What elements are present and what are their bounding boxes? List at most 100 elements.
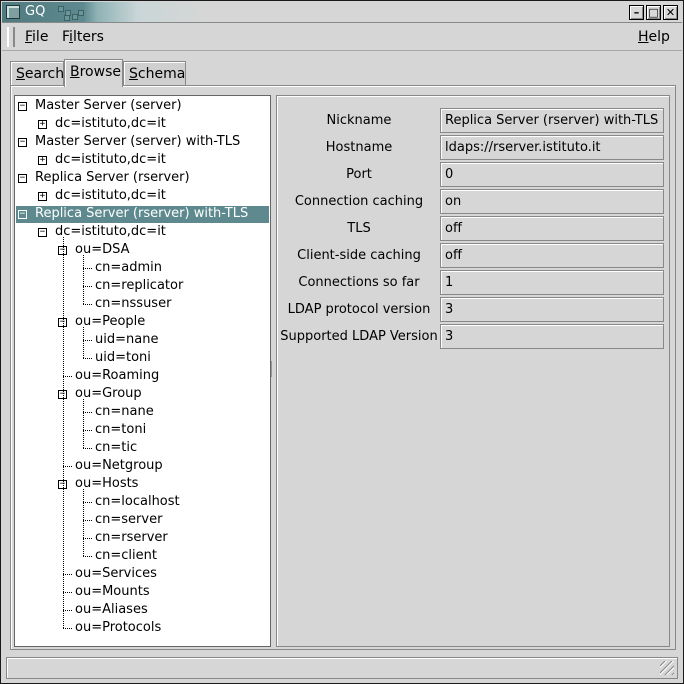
tree-node[interactable]: ou=Netgroup — [74, 457, 164, 475]
tree-connector — [63, 592, 72, 593]
property-value-field[interactable]: off — [440, 216, 664, 241]
tree-connector — [83, 556, 92, 557]
menu-help[interactable]: Help — [638, 29, 670, 45]
property-label: Port — [346, 167, 372, 182]
tree-connector — [83, 304, 92, 305]
property-value-field[interactable]: ldaps://rserver.istituto.it — [440, 135, 664, 160]
tree-guide-line — [83, 489, 84, 556]
server-tree[interactable]: Master Server (server) − dc=istituto,dc=it… — [14, 95, 271, 647]
tree-node[interactable]: Replica Server (rserver) — [34, 169, 191, 187]
menu-filters[interactable]: Filters — [62, 29, 104, 45]
tab-search[interactable]: Search — [10, 61, 64, 86]
tree-connector — [83, 448, 92, 449]
tree-node[interactable]: ou=Roaming — [74, 367, 160, 385]
tree-node-label: cn=admin — [95, 260, 163, 275]
tree-guide-line — [83, 399, 84, 448]
tree-node[interactable]: dc=istituto,dc=it — [54, 151, 167, 169]
expand-icon[interactable]: + — [38, 120, 47, 129]
tree-node[interactable]: cn=nane — [94, 403, 155, 421]
property-value-field[interactable]: 1 — [440, 270, 664, 295]
property-value-field[interactable]: Replica Server (rserver) with-TLS — [440, 108, 664, 133]
tree-connector — [83, 340, 92, 341]
close-button[interactable]: ✕ — [663, 5, 678, 20]
property-label: TLS — [347, 221, 371, 236]
tree-guide-line — [63, 237, 64, 628]
tree-node-label: ou=People — [75, 314, 146, 329]
collapse-icon[interactable]: − — [18, 138, 27, 147]
tree-node[interactable]: cn=rserver — [94, 529, 169, 547]
tree-node[interactable]: cn=client — [94, 547, 158, 565]
tree-node[interactable]: ou=People — [74, 313, 146, 331]
tree-connector — [83, 538, 92, 539]
expand-icon[interactable]: + — [38, 156, 47, 165]
menubar-grip-handle[interactable] — [7, 27, 15, 47]
tree-node[interactable]: ou=Mounts — [74, 583, 151, 601]
tree-node[interactable]: cn=server — [94, 511, 163, 529]
property-label: Connections so far — [298, 275, 420, 290]
tree-connector — [83, 286, 92, 287]
resize-grip-icon[interactable] — [660, 661, 674, 675]
collapse-icon[interactable]: − — [18, 174, 27, 183]
tree-node-label: dc=istituto,dc=it — [55, 152, 166, 167]
tree-node[interactable]: cn=toni — [94, 421, 147, 439]
tree-node[interactable]: dc=istituto,dc=it — [54, 115, 167, 133]
property-value-field[interactable]: off — [440, 243, 664, 268]
property-value-field[interactable]: 0 — [440, 162, 664, 187]
tree-node[interactable]: uid=toni — [94, 349, 152, 367]
tree-node[interactable]: Master Server (server) with-TLS — [34, 133, 241, 151]
tree-node-label: ou=Aliases — [75, 602, 148, 617]
tree-node[interactable]: dc=istituto,dc=it — [54, 223, 167, 241]
tree-node-label: Replica Server (rserver) with-TLS — [35, 206, 249, 221]
property-label: Hostname — [325, 140, 393, 155]
app-window: GQ – □ ✕ File Filters Help Search Browse… — [0, 0, 684, 684]
title-decoration — [58, 6, 98, 22]
title-bar[interactable]: GQ – □ ✕ — [2, 2, 682, 23]
tree-node[interactable]: ou=Protocols — [74, 619, 162, 637]
tree-connector — [83, 358, 92, 359]
tree-node[interactable]: ou=Aliases — [74, 601, 149, 619]
tree-connector — [63, 628, 72, 629]
tree-node-label: Replica Server (rserver) — [35, 170, 190, 185]
server-properties-panel: Nickname Replica Server (rserver) with-TL… — [276, 95, 670, 647]
tree-connector — [63, 466, 72, 467]
app-icon[interactable] — [6, 5, 20, 19]
tree-node-label: dc=istituto,dc=it — [55, 188, 166, 203]
tree-node[interactable]: Replica Server (rserver) with-TLS — [34, 205, 249, 223]
tree-node-label: ou=Roaming — [75, 368, 160, 383]
menu-file[interactable]: File — [25, 29, 48, 45]
tree-node[interactable]: cn=admin — [94, 259, 163, 277]
tree-node[interactable]: cn=localhost — [94, 493, 181, 511]
tree-node[interactable]: cn=tic — [94, 439, 138, 457]
property-value-field[interactable]: 3 — [440, 297, 664, 322]
property-value-field[interactable]: on — [440, 189, 664, 214]
property-value-field[interactable]: 3 — [440, 324, 664, 349]
close-icon: ✕ — [665, 6, 676, 19]
tree-guide-line — [83, 255, 84, 304]
tree-node-label: cn=localhost — [95, 494, 180, 509]
tree-connector — [83, 268, 92, 269]
menu-bar: File Filters Help — [2, 24, 682, 51]
collapse-icon[interactable]: − — [18, 210, 27, 219]
tree-connector — [63, 610, 72, 611]
tree-node[interactable]: dc=istituto,dc=it — [54, 187, 167, 205]
collapse-icon[interactable]: − — [18, 102, 27, 111]
tree-node-label: dc=istituto,dc=it — [55, 224, 166, 239]
property-label: Supported LDAP Version — [280, 329, 438, 344]
tree-node[interactable]: Master Server (server) — [34, 97, 183, 115]
minimize-button[interactable]: – — [629, 5, 644, 20]
tab-browse[interactable]: Browse — [64, 59, 123, 87]
pane-splitter[interactable] — [271, 361, 275, 377]
tree-node[interactable]: ou=Services — [74, 565, 158, 583]
tree-node-label: cn=tic — [95, 440, 138, 455]
tree-node[interactable]: cn=nssuser — [94, 295, 172, 313]
tree-node-label: cn=toni — [95, 422, 147, 437]
tree-node[interactable]: cn=replicator — [94, 277, 184, 295]
tree-node-label: ou=Group — [75, 386, 142, 401]
collapse-icon[interactable]: − — [38, 228, 47, 237]
maximize-button[interactable]: □ — [646, 5, 661, 20]
tab-schema[interactable]: Schema — [123, 61, 186, 86]
expand-icon[interactable]: + — [38, 192, 47, 201]
tree-node[interactable]: ou=Group — [74, 385, 143, 403]
tree-node-label: cn=nane — [95, 404, 154, 419]
tree-node[interactable]: uid=nane — [94, 331, 159, 349]
